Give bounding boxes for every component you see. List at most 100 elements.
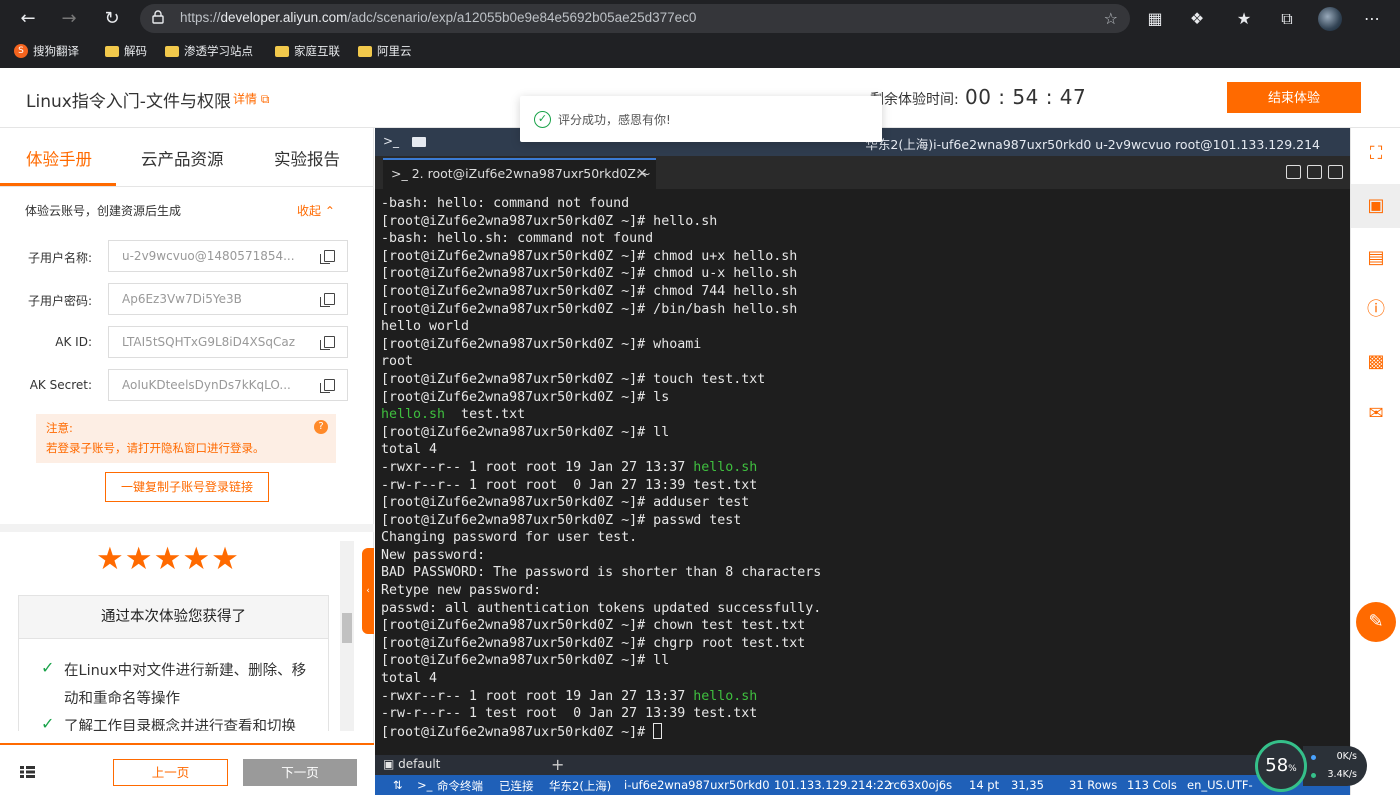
terminal-line: passwd: all authentication tokens update… <box>381 600 822 616</box>
end-experience-button[interactable]: 结束体验 <box>1227 82 1361 113</box>
cpu-usage-gauge[interactable]: 58% <box>1255 740 1307 792</box>
store-icon[interactable]: ▤ <box>1351 236 1400 280</box>
url-text: https://developer.aliyun.com/adc/scenari… <box>180 10 697 25</box>
bookmark-pentest[interactable]: 渗透学习站点 <box>165 43 253 59</box>
scrollbar[interactable] <box>340 541 354 731</box>
split-vertical-icon[interactable] <box>1307 165 1322 179</box>
tab-lab-report[interactable]: 实验报告 <box>274 146 340 170</box>
qrcode-icon[interactable]: ▩ <box>1351 340 1400 384</box>
notice-box: 注意: 若登录子账号，请打开隐私窗口进行登录。 ? <box>36 414 336 463</box>
ak-id-field[interactable]: LTAI5tSQHTxG9L8iD4XSqCaz <box>108 326 348 358</box>
usage-percent-sign: % <box>1288 764 1297 774</box>
terminal-line: [root@iZuf6e2wna987uxr50rkd0Z ~]# hello.… <box>381 213 718 229</box>
chevron-up-icon: ⌃ <box>324 204 335 218</box>
status-connected: 已连接 <box>499 779 534 793</box>
reward-item: 了解工作目录概念并进行查看和切换 <box>64 719 296 731</box>
terminal-line: [root@iZuf6e2wna987uxr50rkd0Z ~]# ll <box>381 653 670 669</box>
terminal-line: -rwxr--r-- 1 root root 19 Jan 27 13:37 h… <box>381 688 758 704</box>
detail-link[interactable]: 详情 ⧉ <box>233 90 269 107</box>
status-bar: ⇅ >_ 命令终端 已连接 华东2(上海) i-uf6e2wna987uxr50… <box>375 775 1350 795</box>
bookmark-aliyun[interactable]: 阿里云 <box>358 43 412 59</box>
status-cmd: 命令终端 <box>437 779 483 793</box>
upload-rate: 0K/s <box>1336 751 1357 762</box>
folder-icon <box>358 45 372 57</box>
panel-collapse-handle[interactable]: ‹ <box>362 548 374 634</box>
copy-icon[interactable] <box>320 379 335 393</box>
next-page-button[interactable]: 下一页 <box>243 759 357 786</box>
field-value: LTAI5tSQHTxG9L8iD4XSqCaz <box>122 335 295 349</box>
copy-login-link-button[interactable]: 一键复制子账号登录链接 <box>105 472 269 502</box>
scroll-thumb[interactable] <box>342 613 352 643</box>
network-monitor: 0K/s 3.4K/s 58% <box>1255 740 1367 792</box>
favorites-icon[interactable]: ★ <box>1233 8 1255 30</box>
field-label: 子用户密码: <box>27 294 92 308</box>
fullscreen-icon[interactable]: ⛶ <box>1351 132 1400 176</box>
reward-title: 通过本次体验您获得了 <box>19 596 328 639</box>
web-terminal[interactable]: >_ 华东2(上海)i-uf6e2wna987uxr50rkd0 u-2v9wc… <box>375 128 1350 795</box>
ak-secret-field[interactable]: AoIuKDteelsDynDs7kKqLO... <box>108 369 348 401</box>
reward-section: ★★★★★ 通过本次体验您获得了 ✓ 在Linux中对文件进行新建、删除、移动和… <box>18 541 338 731</box>
reading-mode-icon[interactable]: ▦ <box>1144 8 1166 30</box>
terminal-line: [root@iZuf6e2wna987uxr50rkd0Z ~]# ll <box>381 424 670 440</box>
status-region: 华东2(上海) <box>549 779 612 793</box>
check-icon: ✓ <box>41 658 55 677</box>
timer-label: 剩余体验时间: <box>870 92 959 108</box>
copy-icon[interactable] <box>320 293 335 307</box>
forward-icon[interactable]: → <box>57 7 81 31</box>
folder-icon[interactable] <box>412 137 426 147</box>
terminal-line: New password: <box>381 547 486 563</box>
bookmark-decode[interactable]: 解码 <box>105 43 147 59</box>
session-tab[interactable]: ▣ default <box>383 757 440 771</box>
rating-stars[interactable]: ★★★★★ <box>96 541 240 577</box>
success-toast: ✓ 评分成功，感恩有你! <box>520 96 882 142</box>
session-bar: ▣ default + <box>375 755 1350 775</box>
bookmark-home[interactable]: 家庭互联 <box>275 43 340 59</box>
edit-icon[interactable]: ✎ <box>1356 602 1396 642</box>
back-icon[interactable]: ← <box>16 7 40 31</box>
terminal-line: [root@iZuf6e2wna987uxr50rkd0Z ~]# chgrp … <box>381 635 806 651</box>
terminal-output[interactable]: -bash: hello: command not found [root@iZu… <box>381 195 1341 755</box>
terminal-line: [root@iZuf6e2wna987uxr50rkd0Z ~]# <box>381 722 1341 742</box>
tab-cloud-resources[interactable]: 云产品资源 <box>141 146 224 170</box>
network-rates: 0K/s 3.4K/s <box>1303 746 1367 786</box>
terminal-icon[interactable]: >_ <box>383 134 399 148</box>
section-divider <box>0 524 374 532</box>
new-tab-icon[interactable] <box>1286 165 1301 179</box>
bookmark-sogou[interactable]: S 搜狗翻译 <box>14 43 79 59</box>
add-session-icon[interactable]: + <box>551 755 564 774</box>
more-menu-icon[interactable]: ⋯ <box>1361 8 1383 30</box>
sub-user-name-field[interactable]: u-2v9wcvuo@1480571854... <box>108 240 348 272</box>
field-label: AK ID: <box>55 335 92 349</box>
terminal-tab-bar: >_ 2. root@iZuf6e2wna987uxr50rkd0Z:~ ✕ <box>375 156 1350 189</box>
address-bar[interactable]: https://developer.aliyun.com/adc/scenari… <box>140 4 1130 33</box>
favorite-star-icon[interactable]: ☆ <box>1104 9 1118 28</box>
terminal-line: [root@iZuf6e2wna987uxr50rkd0Z ~]# touch … <box>381 371 766 387</box>
copy-icon[interactable] <box>320 250 335 264</box>
terminal-line: [root@iZuf6e2wna987uxr50rkd0Z ~]# chmod … <box>381 266 798 282</box>
status-rows: 31 Rows <box>1069 778 1118 792</box>
collapse-toggle[interactable]: 收起 ⌃ <box>297 202 335 219</box>
terminal-tab[interactable]: >_ 2. root@iZuf6e2wna987uxr50rkd0Z:~ ✕ <box>383 158 656 189</box>
extensions-icon[interactable]: ❖ <box>1186 8 1208 30</box>
help-icon[interactable]: ⓘ <box>1351 288 1400 332</box>
collections-icon[interactable]: ⧉ <box>1276 8 1298 30</box>
field-label: AK Secret: <box>29 378 92 392</box>
chat-icon[interactable]: ✉ <box>1351 392 1400 436</box>
help-icon[interactable]: ? <box>314 420 328 434</box>
download-dot <box>1311 773 1316 778</box>
download-rate: 3.4K/s <box>1327 769 1358 780</box>
sub-user-password-field[interactable]: Ap6Ez3Vw7Di5Ye3B <box>108 283 348 315</box>
reward-item: 在Linux中对文件进行新建、删除、移动和重命名等操作 <box>64 663 307 707</box>
refresh-icon[interactable]: ↻ <box>100 7 124 31</box>
check-icon: ✓ <box>41 714 55 731</box>
folder-icon <box>275 45 289 57</box>
upload-dot <box>1311 755 1316 760</box>
list-icon[interactable] <box>20 766 35 778</box>
close-icon[interactable]: ✕ <box>636 160 648 188</box>
copy-icon[interactable] <box>320 336 335 350</box>
profile-avatar[interactable] <box>1318 7 1342 31</box>
tab-manual[interactable]: 体验手册 <box>26 146 92 170</box>
terminal-icon[interactable]: ▣ <box>1351 184 1400 228</box>
prev-page-button[interactable]: 上一页 <box>113 759 228 786</box>
split-horizontal-icon[interactable] <box>1328 165 1343 179</box>
